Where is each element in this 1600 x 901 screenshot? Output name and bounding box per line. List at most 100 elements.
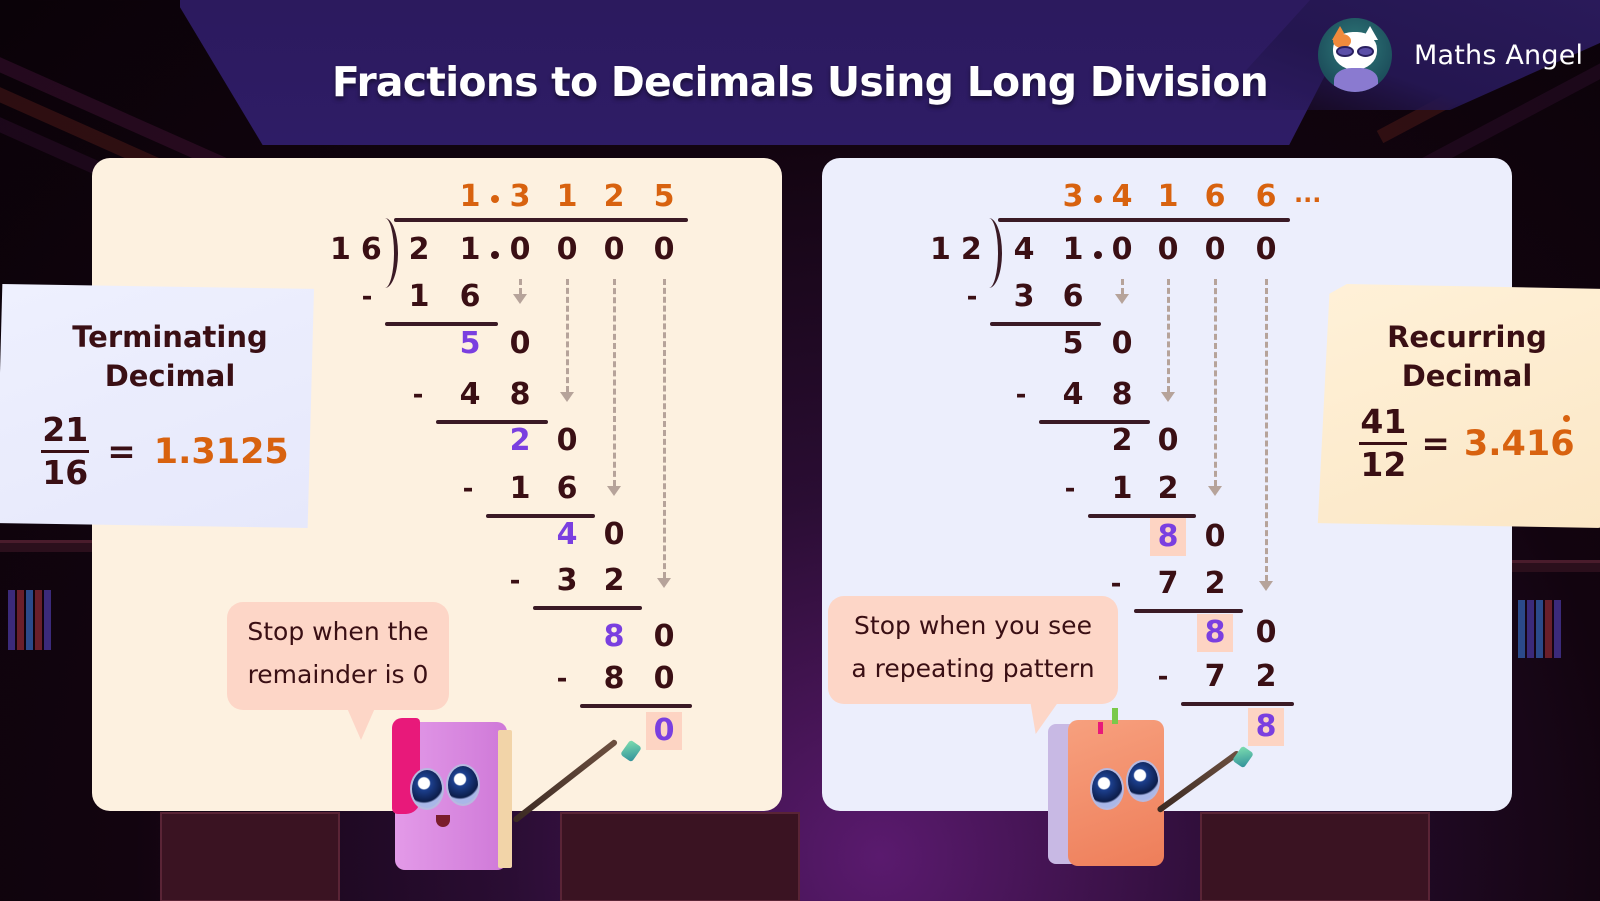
fraction: 41 12 (1359, 402, 1408, 484)
subtrahend-digit: 1 (509, 471, 531, 506)
remainder-digit: 5 (1062, 326, 1084, 361)
quotient-digit: 2 (603, 179, 625, 214)
subtrahend-digit: 3 (1013, 279, 1035, 314)
bring-down-line (1121, 279, 1124, 294)
subtrahend-digit: 7 (1204, 659, 1226, 694)
quotient-digit: 5 (653, 179, 675, 214)
speech-bubble-terminating: Stop when the remainder is 0 (227, 602, 449, 740)
quotient-digit: 3 (509, 179, 531, 214)
minus-sign: - (412, 380, 424, 410)
subtrahend-digit: 2 (603, 563, 625, 598)
minus-sign: - (966, 282, 978, 312)
decimal-result: 3.416 (1464, 414, 1575, 464)
quotient-decimal-point (1093, 195, 1102, 203)
dividend-digit: 1 (1062, 232, 1084, 267)
subtrahend-digit: 8 (509, 377, 531, 412)
remainder-digit-highlighted: 5 (459, 326, 481, 361)
subtrahend-digit: 2 (1204, 566, 1226, 601)
recurring-dot-icon (1562, 414, 1570, 422)
brand-name: Maths Angel (1414, 39, 1584, 71)
dividend-digit: 0 (1255, 232, 1277, 267)
bring-down-arrow-icon (657, 578, 671, 588)
note-heading: Recurring Decimal (1387, 320, 1547, 393)
note-heading: Terminating Decimal (72, 320, 268, 393)
remainder-digit: 0 (1157, 423, 1179, 458)
fraction: 21 16 (41, 410, 90, 491)
subtraction-line (533, 606, 642, 610)
subtrahend-digit: 0 (653, 661, 675, 696)
dividend-digit: 2 (408, 232, 430, 267)
subtraction-line (1181, 702, 1294, 706)
dividend-decimal-point (1093, 251, 1102, 259)
bookmark (1112, 708, 1118, 724)
dividend-digit: 1 (459, 232, 481, 267)
quotient-digit: 3 (1062, 179, 1084, 214)
subtrahend-digit: 3 (556, 563, 578, 598)
remainder-digit: 2 (1111, 423, 1133, 458)
equals-sign: = (1421, 423, 1450, 464)
fraction-equation: 21 16 = 1.3125 (16, 412, 314, 491)
bookshelf-books (1518, 600, 1561, 658)
remainder-digit-highlighted: 8 (1248, 708, 1284, 746)
quotient-decimal-point (491, 195, 499, 203)
quotient-digit: 1 (556, 179, 578, 214)
dividend-digit: 0 (653, 232, 675, 267)
desk (560, 812, 800, 901)
dividend-digit: 0 (1204, 232, 1226, 267)
dividend-digit: 4 (1013, 232, 1035, 267)
bring-down-line (566, 279, 569, 392)
bring-down-line (1265, 279, 1268, 581)
bring-down-arrow-icon (1208, 486, 1222, 496)
division-bar (998, 218, 1290, 222)
bring-down-arrow-icon (1161, 392, 1175, 402)
bring-down-line (519, 279, 522, 294)
remainder-digit-highlighted: 4 (556, 517, 578, 552)
remainder-digit: 0 (509, 326, 531, 361)
quotient-digit: 6 (1255, 179, 1277, 214)
dividend-digit: 0 (1157, 232, 1179, 267)
dividend-digit: 0 (1111, 232, 1133, 267)
subtrahend-digit: 6 (1062, 279, 1084, 314)
subtrahend-digit: 6 (459, 279, 481, 314)
remainder-digit-highlighted: 8 (603, 619, 625, 654)
dividend-decimal-point (491, 251, 499, 259)
remainder-digit-highlighted: 8 (1150, 518, 1186, 556)
remainder-digit-highlighted: 0 (646, 712, 682, 750)
divisor: 16 (330, 232, 392, 267)
bookmark (1098, 722, 1103, 734)
remainder-digit-highlighted: 2 (509, 423, 531, 458)
remainder-digit-highlighted: 8 (1197, 614, 1233, 652)
eye-icon (1090, 768, 1124, 810)
numerator: 21 (42, 410, 89, 449)
minus-sign: - (1015, 380, 1027, 410)
remainder-digit: 0 (1204, 519, 1226, 554)
minus-sign: - (1157, 662, 1169, 692)
bring-down-arrow-icon (1115, 294, 1129, 304)
eye-icon (1126, 760, 1160, 802)
bring-down-line (1214, 279, 1217, 486)
desk (1200, 812, 1430, 901)
minus-sign: - (509, 566, 521, 596)
speech-bubble-recurring: Stop when you see a repeating pattern (828, 596, 1118, 704)
subtrahend-digit: 2 (1255, 659, 1277, 694)
numerator: 41 (1360, 402, 1407, 441)
denominator: 12 (1360, 445, 1407, 484)
subtrahend-digit: 4 (459, 377, 481, 412)
subtrahend-digit: 8 (1111, 377, 1133, 412)
eye-icon (410, 768, 444, 810)
brand[interactable]: Maths Angel (1318, 18, 1583, 92)
minus-sign: - (1110, 569, 1122, 599)
minus-sign: - (462, 474, 474, 504)
subtraction-line (580, 704, 692, 708)
subtrahend-digit: 1 (1111, 471, 1133, 506)
quotient-digit: 1 (1157, 179, 1179, 214)
subtraction-line (1134, 609, 1243, 613)
eye-icon (446, 764, 480, 806)
bring-down-arrow-icon (607, 486, 621, 496)
minus-sign: - (361, 282, 373, 312)
divisor: 12 (930, 232, 992, 267)
decimal-result: 1.3125 (153, 431, 289, 472)
bring-down-arrow-icon (560, 392, 574, 402)
remainder-digit: 0 (1111, 326, 1133, 361)
remainder-digit: 0 (1255, 615, 1277, 650)
